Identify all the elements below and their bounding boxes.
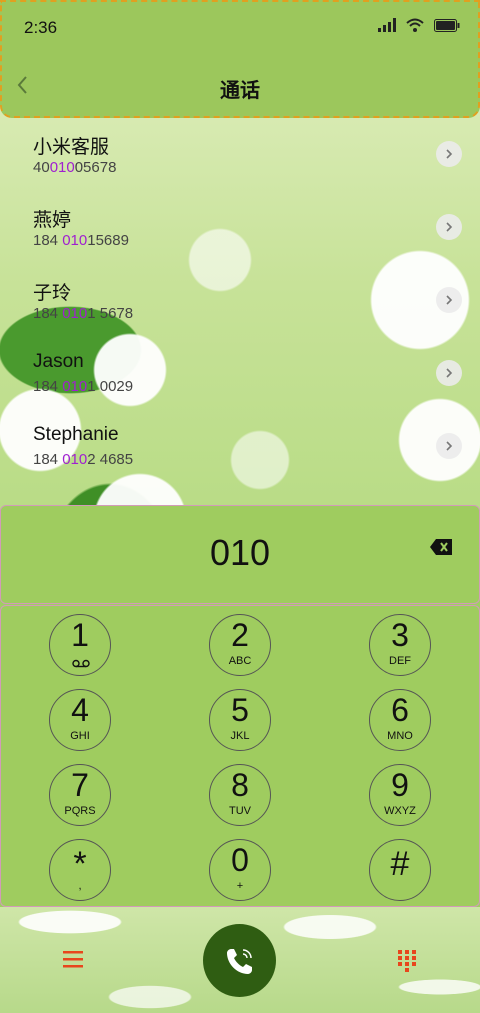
key-digit: 0 bbox=[231, 842, 249, 878]
signal-icon bbox=[378, 18, 396, 32]
key-digit: 6 bbox=[391, 692, 409, 728]
key-digit: * bbox=[73, 845, 87, 883]
key-4[interactable]: 4 GHI bbox=[49, 689, 111, 751]
key-letters: PQRS bbox=[64, 805, 96, 817]
contact-row[interactable]: 燕婷 184 01015689 bbox=[0, 191, 480, 263]
contact-row[interactable]: 小米客服 4001005678 bbox=[0, 118, 480, 190]
contact-number: 184 0101 5678 bbox=[33, 305, 134, 322]
contact-number: 184 01015689 bbox=[33, 232, 129, 249]
contact-name: 燕婷 bbox=[33, 210, 72, 231]
contact-number: 4001005678 bbox=[33, 159, 117, 176]
key-9[interactable]: 9 WXYZ bbox=[369, 764, 431, 826]
contact-number: 184 0101 0029 bbox=[33, 378, 134, 395]
phone-icon bbox=[226, 948, 252, 974]
key-1[interactable]: 1 bbox=[49, 614, 111, 676]
contact-name: Stephanie bbox=[33, 424, 119, 445]
key-6[interactable]: 6 MNO bbox=[369, 689, 431, 751]
key-letters: GHI bbox=[70, 730, 90, 742]
key-digit: 9 bbox=[391, 767, 409, 803]
chevron-right-icon[interactable] bbox=[436, 141, 462, 167]
contact-row[interactable]: 子玲 184 0101 5678 bbox=[0, 264, 480, 336]
key-digit: 3 bbox=[391, 617, 409, 653]
header: 2:36 通话 bbox=[0, 0, 480, 118]
wifi-icon bbox=[406, 18, 424, 32]
key-digit: 1 bbox=[71, 617, 89, 653]
contact-name: 小米客服 bbox=[33, 137, 110, 158]
number-display-panel: 010 bbox=[0, 505, 480, 604]
key-star[interactable]: * , bbox=[49, 839, 111, 901]
status-icons bbox=[378, 18, 460, 32]
voicemail-icon bbox=[72, 659, 90, 668]
status-time: 2:36 bbox=[24, 18, 58, 37]
key-0[interactable]: 0 + bbox=[209, 839, 271, 901]
keypad: 1 2 ABC 3 DEF 4 GHI 5 JKL 6 MNO 7 PQRS 8… bbox=[0, 605, 480, 907]
chevron-right-icon[interactable] bbox=[436, 287, 462, 313]
key-digit: 7 bbox=[71, 767, 89, 803]
key-3[interactable]: 3 DEF bbox=[369, 614, 431, 676]
key-7[interactable]: 7 PQRS bbox=[49, 764, 111, 826]
contact-name: Jason bbox=[33, 351, 84, 372]
key-letters: + bbox=[236, 880, 244, 892]
key-digit: 2 bbox=[231, 617, 249, 653]
menu-icon[interactable] bbox=[62, 950, 84, 968]
battery-icon bbox=[434, 18, 460, 32]
contact-row[interactable]: Jason 184 0101 0029 bbox=[0, 337, 480, 409]
key-digit: 8 bbox=[231, 767, 249, 803]
key-digit: # bbox=[390, 845, 410, 883]
key-digit: 5 bbox=[231, 692, 249, 728]
key-hash[interactable]: # bbox=[369, 839, 431, 901]
backspace-icon[interactable] bbox=[429, 538, 453, 556]
dialed-number: 010 bbox=[209, 532, 271, 573]
chevron-right-icon[interactable] bbox=[436, 360, 462, 386]
page-title: 通话 bbox=[220, 80, 260, 102]
key-digit: 4 bbox=[71, 692, 89, 728]
key-letters: , bbox=[78, 880, 82, 892]
chevron-right-icon[interactable] bbox=[436, 433, 462, 459]
key-letters: ABC bbox=[228, 655, 252, 667]
key-letters: WXYZ bbox=[384, 805, 416, 817]
contact-number: 184 0102 4685 bbox=[33, 451, 134, 468]
keypad-grid-icon[interactable] bbox=[396, 948, 418, 972]
key-letters: MNO bbox=[387, 730, 413, 742]
chevron-right-icon[interactable] bbox=[436, 214, 462, 240]
key-letters: DEF bbox=[389, 655, 411, 667]
key-letters: TUV bbox=[229, 805, 251, 817]
contact-row[interactable]: Stephanie 184 0102 4685 bbox=[0, 410, 480, 482]
key-letters: JKL bbox=[230, 730, 250, 742]
call-button[interactable] bbox=[203, 924, 276, 997]
contact-name: 子玲 bbox=[33, 283, 72, 304]
key-5[interactable]: 5 JKL bbox=[209, 689, 271, 751]
key-8[interactable]: 8 TUV bbox=[209, 764, 271, 826]
key-2[interactable]: 2 ABC bbox=[209, 614, 271, 676]
